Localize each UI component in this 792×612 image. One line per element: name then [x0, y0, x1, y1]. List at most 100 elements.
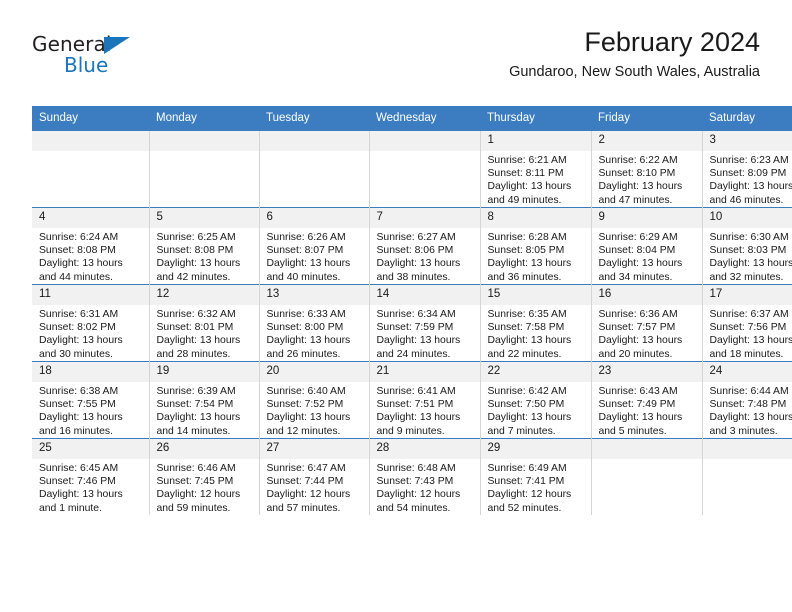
daylight-text-line1: Daylight: 13 hours: [266, 335, 351, 347]
day-cell[interactable]: 1 Sunrise: 6:21 AM Sunset: 8:11 PM Dayli…: [480, 131, 592, 208]
day-number: [259, 131, 369, 151]
sunset-text: Sunset: 7:52 PM: [266, 399, 344, 411]
daylight-text-line2: and 34 minutes.: [598, 271, 673, 283]
day-cell[interactable]: 27 Sunrise: 6:47 AM Sunset: 7:44 PM Dayl…: [259, 438, 370, 515]
day-cell[interactable]: 26 Sunrise: 6:46 AM Sunset: 7:45 PM Dayl…: [149, 438, 260, 515]
day-info: Sunrise: 6:33 AM Sunset: 8:00 PM Dayligh…: [260, 305, 369, 361]
sunset-text: Sunset: 7:43 PM: [376, 476, 454, 488]
day-cell-empty: [32, 131, 150, 208]
day-info: Sunrise: 6:40 AM Sunset: 7:52 PM Dayligh…: [260, 382, 369, 438]
day-cell[interactable]: 19 Sunrise: 6:39 AM Sunset: 7:54 PM Dayl…: [149, 361, 260, 439]
weekday-header-saturday: Saturday: [702, 106, 792, 131]
daylight-text-line1: Daylight: 13 hours: [156, 335, 241, 347]
daylight-text-line2: and 36 minutes.: [487, 271, 562, 283]
day-number: 3: [702, 131, 792, 151]
general-blue-logo[interactable]: General Blue: [32, 34, 152, 82]
day-cell[interactable]: 3 Sunrise: 6:23 AM Sunset: 8:09 PM Dayli…: [702, 131, 792, 208]
daylight-text-line1: Daylight: 13 hours: [598, 412, 683, 424]
day-cell[interactable]: 15 Sunrise: 6:35 AM Sunset: 7:58 PM Dayl…: [480, 284, 592, 362]
day-cell[interactable]: 10 Sunrise: 6:30 AM Sunset: 8:03 PM Dayl…: [702, 207, 792, 285]
day-info: Sunrise: 6:41 AM Sunset: 7:51 PM Dayligh…: [370, 382, 480, 438]
daylight-text-line2: and 16 minutes.: [39, 425, 113, 437]
calendar-header-row: Sunday Monday Tuesday Wednesday Thursday…: [32, 106, 792, 131]
sunrise-text: Sunrise: 6:43 AM: [598, 386, 678, 397]
daylight-text-line1: Daylight: 13 hours: [39, 258, 123, 270]
day-info: Sunrise: 6:26 AM Sunset: 8:07 PM Dayligh…: [260, 228, 369, 284]
daylight-text-line2: and 44 minutes.: [39, 271, 113, 283]
day-info: Sunrise: 6:46 AM Sunset: 7:45 PM Dayligh…: [150, 459, 259, 515]
sunrise-text: Sunrise: 6:44 AM: [709, 386, 789, 397]
day-number: 2: [591, 131, 702, 151]
day-info: Sunrise: 6:49 AM Sunset: 7:41 PM Dayligh…: [481, 459, 591, 515]
daylight-text-line2: and 28 minutes.: [156, 348, 231, 360]
day-cell-empty: [369, 131, 481, 208]
day-cell[interactable]: 17 Sunrise: 6:37 AM Sunset: 7:56 PM Dayl…: [702, 284, 792, 362]
day-number: [369, 131, 480, 151]
day-number: 28: [369, 439, 480, 459]
sunset-text: Sunset: 7:55 PM: [39, 399, 116, 411]
day-cell-empty: [149, 131, 260, 208]
sunrise-text: Sunrise: 6:34 AM: [376, 309, 456, 320]
day-cell[interactable]: 21 Sunrise: 6:41 AM Sunset: 7:51 PM Dayl…: [369, 361, 481, 439]
day-number: 25: [32, 439, 149, 459]
day-cell[interactable]: 11 Sunrise: 6:31 AM Sunset: 8:02 PM Dayl…: [32, 284, 150, 362]
day-number: 14: [369, 285, 480, 305]
day-cell[interactable]: 9 Sunrise: 6:29 AM Sunset: 8:04 PM Dayli…: [591, 207, 703, 285]
day-cell[interactable]: 13 Sunrise: 6:33 AM Sunset: 8:00 PM Dayl…: [259, 284, 370, 362]
day-cell[interactable]: 29 Sunrise: 6:49 AM Sunset: 7:41 PM Dayl…: [480, 438, 592, 515]
weekday-header-thursday: Thursday: [480, 106, 591, 131]
sunset-text: Sunset: 8:10 PM: [598, 168, 676, 180]
day-info: Sunrise: 6:39 AM Sunset: 7:54 PM Dayligh…: [150, 382, 259, 438]
page-header: General Blue February 2024 Gundaroo, New…: [32, 28, 760, 100]
logo-text-general: General: [32, 32, 112, 56]
day-cell[interactable]: 6 Sunrise: 6:26 AM Sunset: 8:07 PM Dayli…: [259, 207, 370, 285]
day-info: Sunrise: 6:43 AM Sunset: 7:49 PM Dayligh…: [592, 382, 702, 438]
day-cell[interactable]: 18 Sunrise: 6:38 AM Sunset: 7:55 PM Dayl…: [32, 361, 150, 439]
sunset-text: Sunset: 7:41 PM: [487, 476, 565, 488]
day-cell[interactable]: 14 Sunrise: 6:34 AM Sunset: 7:59 PM Dayl…: [369, 284, 481, 362]
day-cell[interactable]: 16 Sunrise: 6:36 AM Sunset: 7:57 PM Dayl…: [591, 284, 703, 362]
daylight-text-line1: Daylight: 13 hours: [709, 335, 792, 347]
day-cell[interactable]: 28 Sunrise: 6:48 AM Sunset: 7:43 PM Dayl…: [369, 438, 481, 515]
sunrise-text: Sunrise: 6:35 AM: [487, 309, 567, 320]
daylight-text-line1: Daylight: 13 hours: [709, 412, 792, 424]
sunrise-text: Sunrise: 6:41 AM: [376, 386, 456, 397]
daylight-text-line1: Daylight: 13 hours: [598, 258, 683, 270]
sunset-text: Sunset: 8:01 PM: [156, 322, 234, 334]
weekday-header-tuesday: Tuesday: [259, 106, 369, 131]
sunrise-text: Sunrise: 6:28 AM: [487, 232, 567, 243]
daylight-text-line2: and 46 minutes.: [709, 194, 784, 206]
daylight-text-line2: and 1 minute.: [39, 502, 102, 514]
sunrise-text: Sunrise: 6:45 AM: [39, 463, 119, 474]
page-subtitle-location: Gundaroo, New South Wales, Australia: [509, 64, 760, 81]
day-number: 7: [369, 208, 480, 228]
day-cell[interactable]: 22 Sunrise: 6:42 AM Sunset: 7:50 PM Dayl…: [480, 361, 592, 439]
sunset-text: Sunset: 8:02 PM: [39, 322, 116, 334]
calendar-week-row: 1 Sunrise: 6:21 AM Sunset: 8:11 PM Dayli…: [32, 131, 792, 208]
sunset-text: Sunset: 8:08 PM: [39, 245, 116, 257]
day-info: Sunrise: 6:34 AM Sunset: 7:59 PM Dayligh…: [370, 305, 480, 361]
day-info: Sunrise: 6:22 AM Sunset: 8:10 PM Dayligh…: [592, 151, 702, 207]
sunset-text: Sunset: 7:51 PM: [376, 399, 454, 411]
day-cell[interactable]: 7 Sunrise: 6:27 AM Sunset: 8:06 PM Dayli…: [369, 207, 481, 285]
day-cell[interactable]: 8 Sunrise: 6:28 AM Sunset: 8:05 PM Dayli…: [480, 207, 592, 285]
day-info: Sunrise: 6:36 AM Sunset: 7:57 PM Dayligh…: [592, 305, 702, 361]
day-info: Sunrise: 6:25 AM Sunset: 8:08 PM Dayligh…: [150, 228, 259, 284]
day-cell[interactable]: 12 Sunrise: 6:32 AM Sunset: 8:01 PM Dayl…: [149, 284, 260, 362]
page-title: February 2024: [584, 27, 760, 57]
day-info: Sunrise: 6:32 AM Sunset: 8:01 PM Dayligh…: [150, 305, 259, 361]
daylight-text-line2: and 26 minutes.: [266, 348, 341, 360]
day-cell[interactable]: 5 Sunrise: 6:25 AM Sunset: 8:08 PM Dayli…: [149, 207, 260, 285]
day-cell[interactable]: 23 Sunrise: 6:43 AM Sunset: 7:49 PM Dayl…: [591, 361, 703, 439]
day-cell[interactable]: 25 Sunrise: 6:45 AM Sunset: 7:46 PM Dayl…: [32, 438, 150, 515]
day-cell[interactable]: 4 Sunrise: 6:24 AM Sunset: 8:08 PM Dayli…: [32, 207, 150, 285]
day-cell[interactable]: 20 Sunrise: 6:40 AM Sunset: 7:52 PM Dayl…: [259, 361, 370, 439]
day-number: 20: [259, 362, 369, 382]
calendar-page: General Blue February 2024 Gundaroo, New…: [0, 0, 792, 612]
sunset-text: Sunset: 7:59 PM: [376, 322, 454, 334]
day-number: 19: [149, 362, 259, 382]
day-cell[interactable]: 24 Sunrise: 6:44 AM Sunset: 7:48 PM Dayl…: [702, 361, 792, 439]
day-cell[interactable]: 2 Sunrise: 6:22 AM Sunset: 8:10 PM Dayli…: [591, 131, 703, 208]
sunset-text: Sunset: 7:54 PM: [156, 399, 234, 411]
day-info: Sunrise: 6:42 AM Sunset: 7:50 PM Dayligh…: [481, 382, 591, 438]
